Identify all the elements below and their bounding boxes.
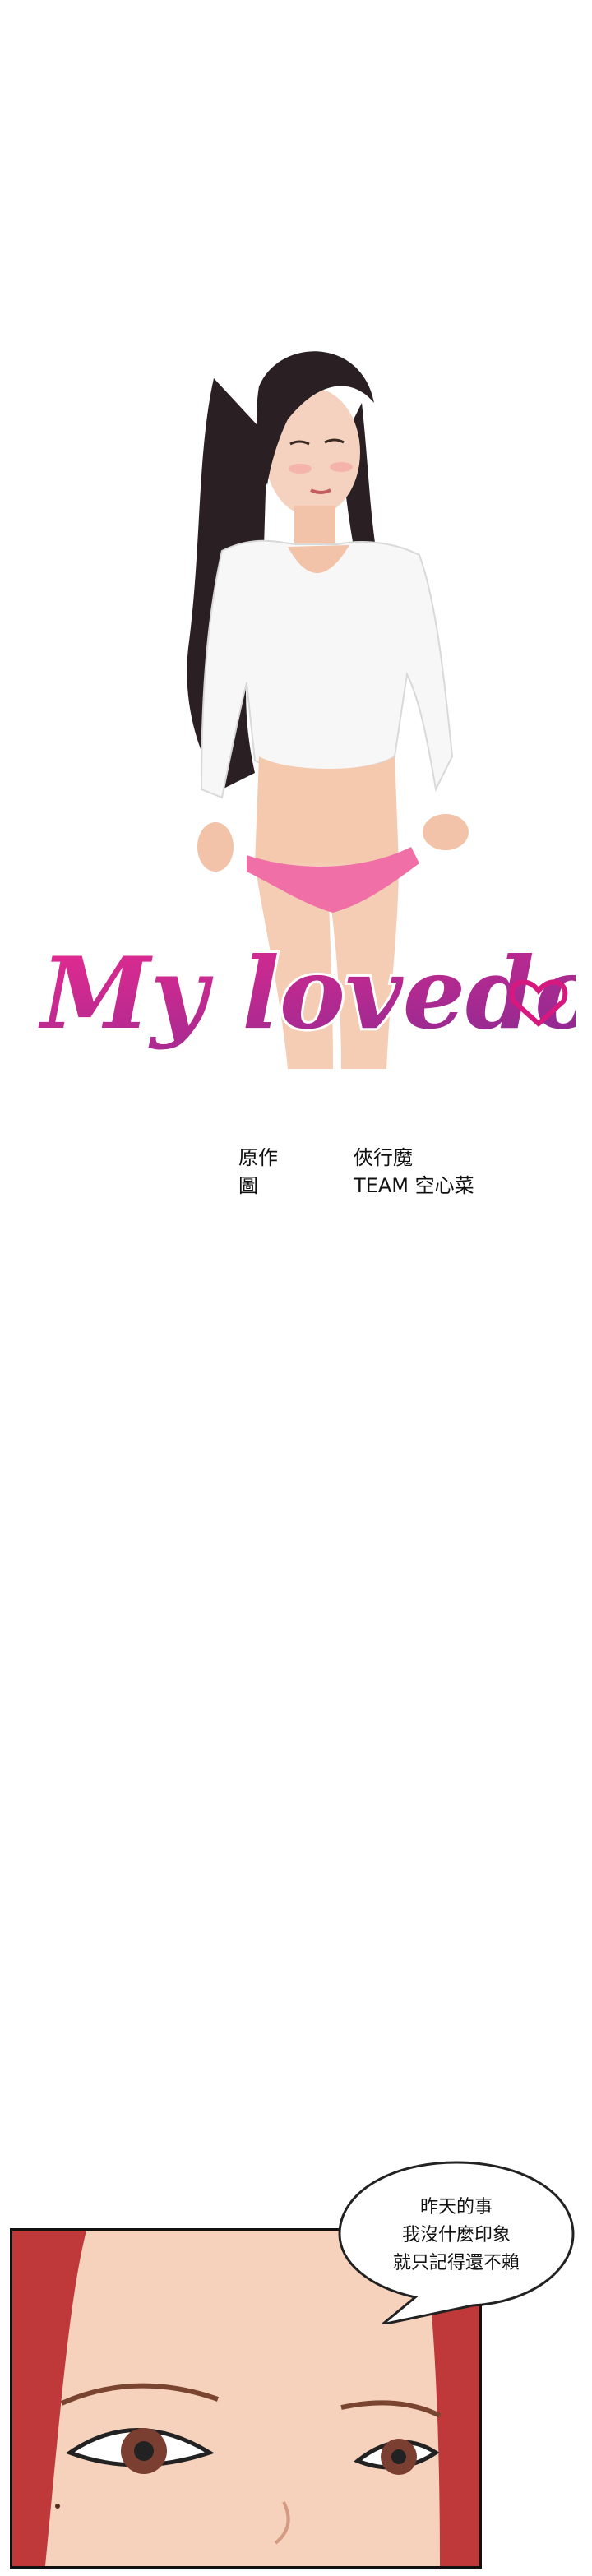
credit-row-original: 原作 俠行魔 <box>238 1141 551 1169</box>
credit-value: TEAM 空心菜 <box>354 1173 474 1197</box>
speech-bubble-text: 昨天的事 我沒什麼印象 就只記得還不賴 <box>333 2194 580 2278</box>
webtoon-page: My lovedoll 原作 俠行魔 圖 TEAM 空心菜 <box>0 0 592 2576</box>
title-logo: My lovedoll <box>33 913 576 1094</box>
credit-label: 圖 <box>238 1173 258 1197</box>
title-logo-text: My lovedoll <box>38 936 576 1052</box>
speech-line: 昨天的事 <box>419 2197 493 2218</box>
credit-row-art: 圖 TEAM 空心菜 <box>238 1169 551 1197</box>
speech-line: 我沒什麼印象 <box>401 2225 511 2245</box>
credit-label: 原作 <box>238 1145 278 1169</box>
credits: 原作 俠行魔 圖 TEAM 空心菜 <box>238 1141 551 1197</box>
speech-bubble: 昨天的事 我沒什麼印象 就只記得還不賴 <box>333 2156 580 2324</box>
speech-line: 就只記得還不賴 <box>392 2253 520 2273</box>
credit-value: 俠行魔 <box>354 1145 413 1169</box>
